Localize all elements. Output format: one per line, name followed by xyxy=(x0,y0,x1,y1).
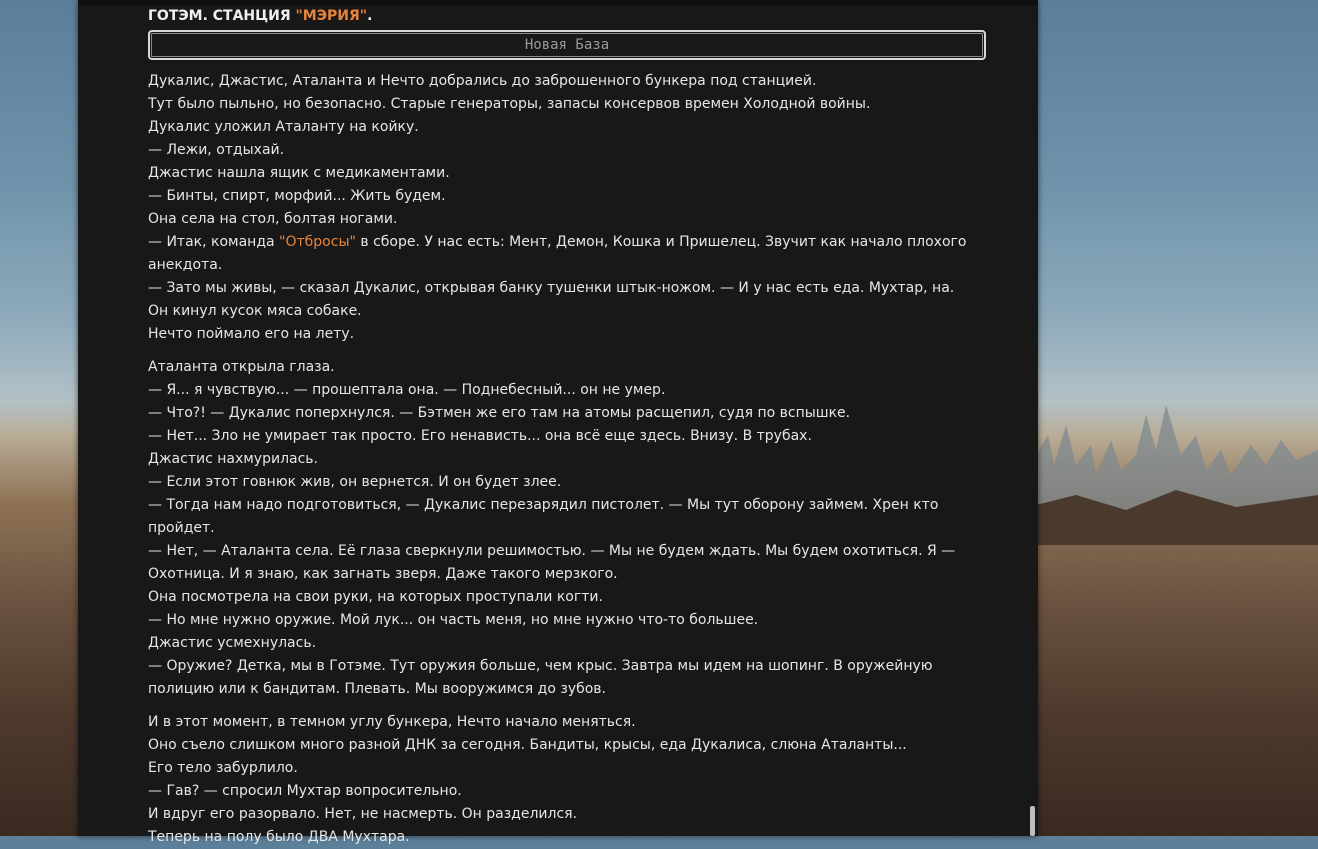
story-line: Его тело забурлило. xyxy=(148,760,298,776)
story-paragraph-3: И в этот момент, в темном углу бункера, … xyxy=(148,711,988,849)
scrollbar-thumb[interactable] xyxy=(1030,806,1035,836)
story-line: Она посмотрела на свои руки, на которых … xyxy=(148,589,603,605)
story-content: ГОТЭМ. СТАНЦИЯ "МЭРИЯ". Новая База Дукал… xyxy=(148,6,988,849)
story-line: И вдруг его разорвало. Нет, не насмерть.… xyxy=(148,806,578,822)
story-paragraph-1: Дукалис, Джастис, Аталанта и Нечто добра… xyxy=(148,70,988,346)
story-line: — Но мне нужно оружие. Мой лук... он час… xyxy=(148,612,759,628)
story-line: Дукалис уложил Аталанту на койку. xyxy=(148,119,419,135)
story-paragraph-2: Аталанта открыла глаза. — Я... я чувству… xyxy=(148,356,988,701)
station-name: "МЭРИЯ" xyxy=(295,8,368,24)
team-line: — Итак, команда "Отбросы" в сборе. У нас… xyxy=(148,234,967,273)
story-line: Теперь на полу было ДВА Мухтара. xyxy=(148,829,410,845)
location-label: Новая База xyxy=(524,36,610,53)
station-heading: ГОТЭМ. СТАНЦИЯ "МЭРИЯ". xyxy=(148,8,373,24)
story-line: — Нет... Зло не умирает так просто. Его … xyxy=(148,428,812,444)
story-line: Джастис усмехнулась. xyxy=(148,635,317,651)
story-line: Джастис нахмурилась. xyxy=(148,451,319,467)
story-line: — Оружие? Детка, мы в Готэме. Тут оружия… xyxy=(148,658,933,697)
story-line: — Лежи, отдыхай. xyxy=(148,142,285,158)
story-line: — Нет, — Аталанта села. Её глаза сверкну… xyxy=(148,543,956,582)
story-line: — Что?! — Дукалис поперхнулся. — Бэтмен … xyxy=(148,405,851,421)
story-line: — Если этот говнюк жив, он вернется. И о… xyxy=(148,474,562,490)
story-panel: ГОТЭМ. СТАНЦИЯ "МЭРИЯ". Новая База Дукал… xyxy=(78,0,1038,845)
story-line: Аталанта открыла глаза. xyxy=(148,359,335,375)
top-bar xyxy=(78,0,1038,5)
story-line: Джастис нашла ящик с медикаментами. xyxy=(148,165,450,181)
story-line: — Гав? — спросил Мухтар вопросительно. xyxy=(148,783,462,799)
story-line: Она села на стол, болтая ногами. xyxy=(148,211,398,227)
story-line: Дукалис, Джастис, Аталанта и Нечто добра… xyxy=(148,73,817,89)
story-line: Нечто поймало его на лету. xyxy=(148,326,355,342)
story-line: — Зато мы живы, — сказал Дукалис, открыв… xyxy=(148,280,955,296)
story-line: — Я... я чувствую... — прошептала она. —… xyxy=(148,382,666,398)
location-box: Новая База xyxy=(148,30,986,60)
story-line: Оно съело слишком много разной ДНК за се… xyxy=(148,737,907,753)
story-line: И в этот момент, в темном углу бункера, … xyxy=(148,714,636,730)
ruins-silhouette xyxy=(1036,405,1318,545)
story-line: Он кинул кусок мяса собаке. xyxy=(148,303,362,319)
story-line: — Тогда нам надо подготовиться, — Дукали… xyxy=(148,497,939,536)
team-name: "Отбросы" xyxy=(279,234,356,250)
story-line: Тут было пыльно, но безопасно. Старые ге… xyxy=(148,96,871,112)
story-line: — Бинты, спирт, морфий... Жить будем. xyxy=(148,188,446,204)
